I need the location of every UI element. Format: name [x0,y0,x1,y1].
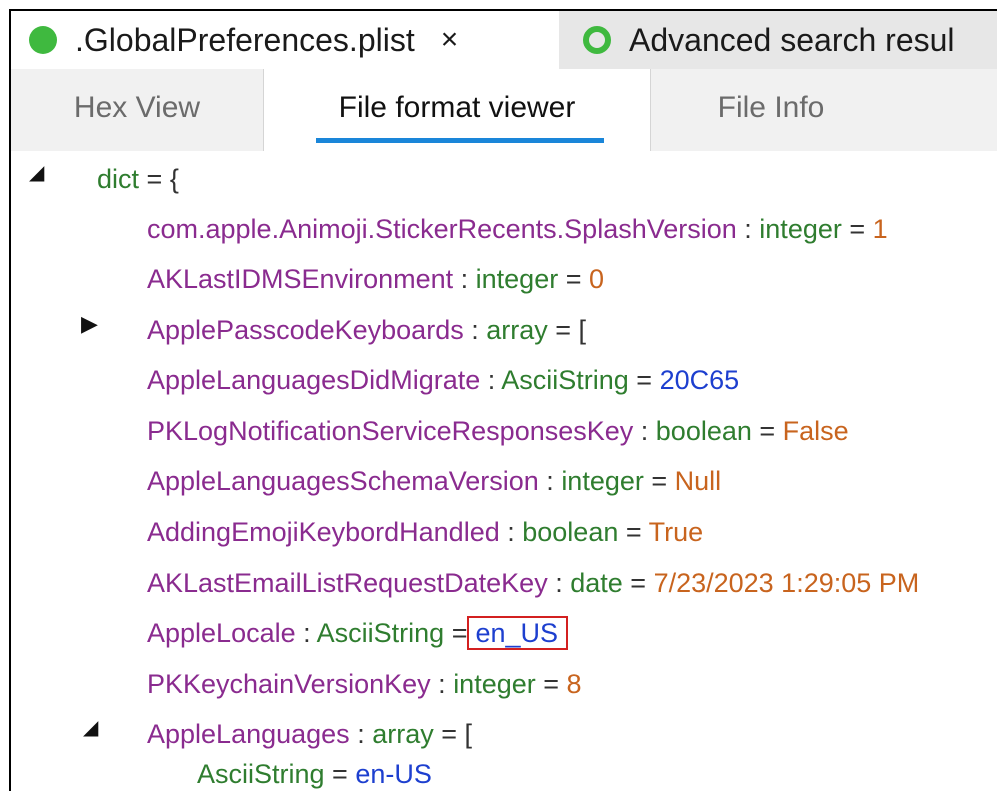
tree-row[interactable]: AppleLocale : AsciiString = en_US [147,611,569,655]
entry-type: date [570,568,623,598]
tree-row[interactable]: com.apple.Animoji.StickerRecents.SplashV… [147,207,888,251]
status-dot-icon [29,26,57,54]
child-value: en-US [355,759,432,789]
entry-value: [ [464,719,473,749]
tree-row[interactable]: PKKeychainVersionKey : integer = 8 [147,662,582,706]
tree-row[interactable]: AKLastIDMSEnvironment : integer = 0 [147,257,604,301]
active-tab-indicator [316,138,604,143]
entry-value: [ [578,315,587,345]
tree-root-row[interactable]: dict = { [97,157,179,201]
child-type: AsciiString [197,759,325,789]
expand-arrow-icon[interactable]: ▶ [81,311,98,337]
entry-value: True [648,517,704,547]
entry-type: integer [561,466,644,496]
entry-key: ApplePasscodeKeyboards [147,315,464,345]
tree-row[interactable]: AppleLanguagesSchemaVersion : integer = … [147,459,721,503]
highlighted-value: en_US [467,616,569,650]
collapse-arrow-icon[interactable]: ◢ [83,715,98,740]
entry-value: 8 [566,669,582,699]
collapse-arrow-icon[interactable]: ◢ [29,160,44,185]
open-brace: { [169,164,179,194]
app-window: .GlobalPreferences.plist × Advanced sear… [9,9,997,791]
tab-hex-view[interactable]: Hex View [11,69,263,151]
entry-type: integer [453,669,536,699]
entry-key: AppleLanguagesSchemaVersion [147,466,539,496]
entry-value: Null [674,466,722,496]
file-tab-globalpreferences[interactable]: .GlobalPreferences.plist × [11,11,559,69]
tree-child-row[interactable]: AsciiString = en-US [197,752,432,796]
entry-type: array [486,315,548,345]
file-tab-label: Advanced search resul [629,21,955,58]
file-tab-label: .GlobalPreferences.plist [75,21,415,58]
tab-label: File format viewer [338,91,576,124]
entry-type: integer [759,214,842,244]
entry-type: boolean [522,517,619,547]
tree-row[interactable]: AppleLanguages : array = [ [147,712,472,756]
tree-row[interactable]: AppleLanguagesDidMigrate : AsciiString =… [147,358,739,402]
entry-key: AppleLanguages [147,719,350,749]
entry-value: 20C65 [659,365,740,395]
entry-value: 1 [872,214,888,244]
tree-row[interactable]: ApplePasscodeKeyboards : array = [ [147,308,586,352]
close-icon[interactable]: × [441,23,459,57]
file-tab-bar: .GlobalPreferences.plist × Advanced sear… [11,11,997,69]
view-tab-bar: Hex View File format viewer File Info [11,69,997,151]
entry-key: PKLogNotificationServiceResponsesKey [147,416,634,446]
entry-type: array [372,719,434,749]
entry-key: AppleLocale [147,618,296,648]
file-tab-advanced-search[interactable]: Advanced search resul [561,11,997,69]
tree-row[interactable]: PKLogNotificationServiceResponsesKey : b… [147,409,849,453]
tab-label: Hex View [73,91,201,124]
root-type: dict [97,164,140,194]
tree-row[interactable]: AKLastEmailListRequestDateKey : date = 7… [147,561,919,605]
equals-sign: = [139,164,170,194]
entry-key: AKLastEmailListRequestDateKey [147,568,548,598]
tab-file-info[interactable]: File Info [651,69,891,151]
entry-key: AddingEmojiKeybordHandled [147,517,500,547]
entry-key: AppleLanguagesDidMigrate [147,365,481,395]
tab-file-format-viewer[interactable]: File format viewer [263,69,651,151]
entry-type: integer [475,264,559,294]
entry-key: PKKeychainVersionKey [147,669,431,699]
tab-label: File Info [717,91,825,124]
tree-row[interactable]: AddingEmojiKeybordHandled : boolean = Tr… [147,510,703,554]
entry-value: 0 [588,264,605,294]
entry-key: AKLastIDMSEnvironment [147,264,454,294]
status-ring-icon [583,26,611,54]
entry-type: boolean [655,416,752,446]
entry-key: com.apple.Animoji.StickerRecents.SplashV… [147,214,737,244]
entry-type: AsciiString [501,365,629,395]
entry-value: 7/23/2023 1:29:05 PM [653,568,920,598]
entry-value: False [782,416,849,446]
entry-type: AsciiString [316,618,445,648]
